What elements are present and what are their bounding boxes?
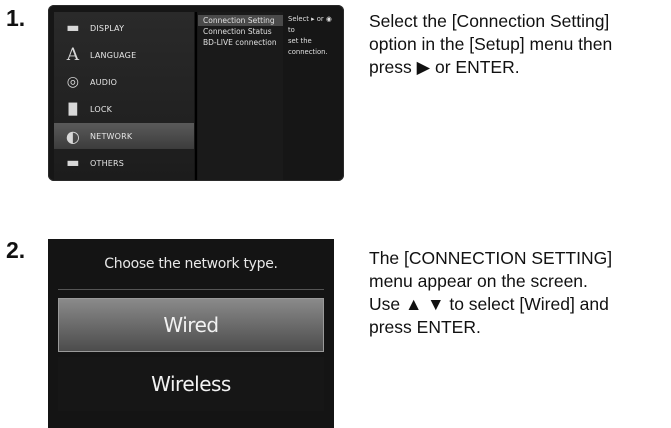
title-divider (58, 289, 324, 290)
option-wired[interactable]: Wired (58, 298, 324, 352)
menu-item-label: LANGUAGE (90, 50, 137, 60)
menu-item-label: DISPLAY (90, 23, 125, 33)
submenu-item-connection-status[interactable]: Connection Status (198, 26, 283, 37)
menu-item-label: AUDIO (90, 77, 118, 87)
network-type-screen: Choose the network type. Wired Wireless (48, 239, 334, 428)
instruction-line: press ▶ or ENTER. (369, 57, 520, 77)
lock-icon: █ (68, 102, 78, 116)
network-type-title: Choose the network type. (104, 256, 278, 272)
step-2-instructions: The [CONNECTION SETTING] menu appear on … (369, 247, 612, 339)
help-text-line: set the connection. (288, 37, 328, 56)
step-1-number: 1. (6, 5, 26, 31)
instruction-line: Select the [Connection Setting] (369, 11, 610, 31)
language-icon: A (66, 45, 80, 65)
others-icon: ▬ (66, 155, 80, 171)
help-text-line: Select ▸ or ◉ to (288, 15, 332, 34)
menu-item-audio[interactable]: ◎ AUDIO (54, 69, 194, 95)
menu-item-label: NETWORK (90, 131, 133, 141)
menu-item-others[interactable]: ▬ OTHERS (54, 150, 194, 176)
audio-icon: ◎ (66, 74, 80, 90)
setup-menu-sidebar: ▬ DISPLAY A LANGUAGE ◎ AUDIO █ LOCK ◐ NE… (54, 12, 194, 180)
display-icon: ▬ (66, 20, 80, 36)
menu-item-label: OTHERS (90, 158, 125, 168)
menu-item-display[interactable]: ▬ DISPLAY (54, 15, 194, 41)
help-text: Select ▸ or ◉ to set the connection. (288, 14, 340, 58)
instruction-line: Use ▲ ▼ to select [Wired] and (369, 294, 609, 314)
network-icon: ◐ (65, 126, 81, 146)
option-wireless[interactable]: Wireless (58, 357, 324, 411)
menu-item-language[interactable]: A LANGUAGE (54, 42, 194, 68)
menu-item-lock[interactable]: █ LOCK (54, 96, 194, 122)
instruction-line: menu appear on the screen. (369, 271, 588, 291)
menu-item-label: LOCK (90, 104, 113, 114)
step-1-instructions: Select the [Connection Setting] option i… (369, 10, 612, 79)
submenu-item-connection-setting[interactable]: Connection Setting (198, 15, 283, 26)
step-2-number: 2. (6, 237, 26, 263)
menu-item-network[interactable]: ◐ NETWORK (54, 123, 194, 149)
instruction-line: press ENTER. (369, 317, 481, 337)
instruction-line: The [CONNECTION SETTING] (369, 248, 613, 268)
network-submenu: Connection Setting Connection Status BD-… (198, 12, 283, 180)
setup-menu-screen: ▬ DISPLAY A LANGUAGE ◎ AUDIO █ LOCK ◐ NE… (48, 5, 344, 181)
instruction-line: option in the [Setup] menu then (369, 34, 613, 54)
submenu-item-bd-live-connection[interactable]: BD-LIVE connection (198, 37, 283, 48)
menu-divider (195, 12, 197, 180)
